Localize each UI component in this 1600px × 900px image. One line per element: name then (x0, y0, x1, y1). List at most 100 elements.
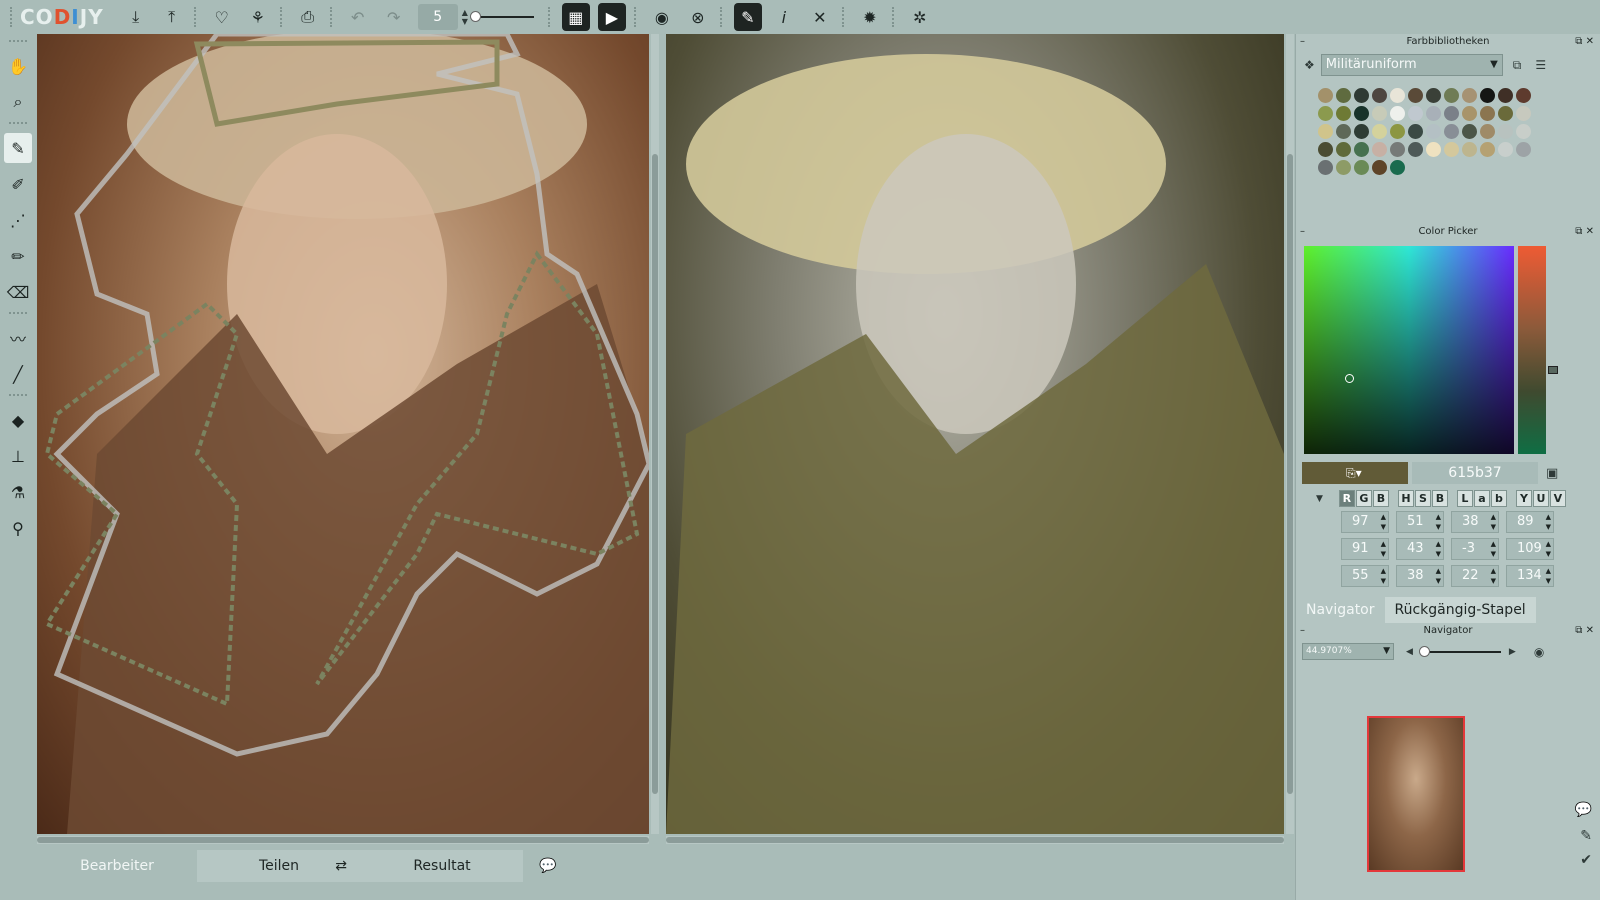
navigator-thumbnail[interactable] (1367, 716, 1465, 872)
eyedropper-tool-icon[interactable]: ⚲ (4, 513, 32, 543)
mode-button[interactable]: Y (1515, 490, 1532, 507)
tab-result[interactable]: Resultat (361, 850, 523, 882)
spin-arrows[interactable]: ▲ ▼ (1546, 539, 1551, 559)
spin-arrows[interactable]: ▲ ▼ (1491, 539, 1496, 559)
toolbar-grip[interactable] (9, 40, 27, 46)
slider-knob[interactable] (1418, 645, 1430, 657)
color-swatch[interactable] (1461, 123, 1477, 139)
color-swatch[interactable] (1389, 105, 1405, 121)
redo-icon[interactable]: ↷ (380, 3, 408, 31)
settings-icon[interactable]: ✹ (856, 3, 884, 31)
value-spinbox[interactable]: 89 ▲ ▼ (1506, 511, 1554, 533)
spin-arrows[interactable]: ▲ ▼ (1381, 512, 1386, 532)
eye-icon[interactable]: ◉ (648, 3, 676, 31)
expand-icon[interactable]: ▼ (1316, 494, 1323, 504)
spin-arrows[interactable]: ▲ ▼ (1436, 539, 1441, 559)
color-swatch[interactable] (1371, 105, 1387, 121)
pencil-icon[interactable]: ✎ (1580, 828, 1592, 844)
color-swatch[interactable] (1443, 105, 1459, 121)
color-swatch[interactable] (1353, 159, 1369, 175)
value-spinbox[interactable]: -3 ▲ ▼ (1451, 538, 1499, 560)
color-swatch[interactable] (1335, 105, 1351, 121)
print-icon[interactable]: ⎙ (294, 3, 322, 31)
eraser-tool-icon[interactable]: ⌫ (4, 277, 32, 307)
value-spinbox[interactable]: 97 ▲ ▼ (1341, 511, 1389, 533)
toolbar-grip[interactable] (10, 7, 16, 27)
color-swatch[interactable] (1389, 141, 1405, 157)
undo-icon[interactable]: ↶ (344, 3, 372, 31)
zoom-slider[interactable] (1418, 645, 1501, 657)
color-swatch[interactable] (1443, 123, 1459, 139)
screen-picker-icon[interactable]: ▣ (1546, 466, 1558, 481)
panel-controls[interactable]: ⧉ ✕ (1575, 34, 1594, 50)
value-spinbox[interactable]: 38 ▲ ▼ (1451, 511, 1499, 533)
check-icon[interactable]: ✔ (1580, 852, 1592, 868)
dotted-line-tool-icon[interactable]: ⋰ (4, 205, 32, 235)
mode-button[interactable]: B (1372, 490, 1389, 507)
hand-tool-icon[interactable]: ✋ (4, 51, 32, 81)
color-swatch[interactable] (1407, 123, 1423, 139)
current-color-swatch[interactable]: ⎘▾ (1302, 462, 1408, 484)
color-swatch[interactable] (1335, 87, 1351, 103)
stamp-icon[interactable]: ⚘ (244, 3, 272, 31)
color-swatch[interactable] (1443, 87, 1459, 103)
result-vertical-scrollbar[interactable] (1286, 34, 1294, 834)
color-swatch[interactable] (1497, 123, 1513, 139)
pencil-tool-icon[interactable]: ✎ (4, 133, 32, 163)
value-spinbox[interactable]: 51 ▲ ▼ (1396, 511, 1444, 533)
hex-input[interactable]: 615b37 (1412, 462, 1538, 484)
editor-horizontal-scrollbar[interactable] (37, 836, 649, 844)
saturation-value-field[interactable] (1304, 246, 1514, 454)
mode-button[interactable]: V (1549, 490, 1566, 507)
tab-undo-stack[interactable]: Rückgängig-Stapel (1384, 597, 1536, 623)
color-swatch[interactable] (1407, 105, 1423, 121)
color-swatch[interactable] (1443, 141, 1459, 157)
color-swatch[interactable] (1497, 87, 1513, 103)
scrollbar-thumb[interactable] (652, 154, 658, 794)
overlay-toggle-icon[interactable]: ▦ (561, 3, 590, 31)
collapse-icon[interactable]: – (1300, 224, 1305, 240)
color-swatch[interactable] (1317, 123, 1333, 139)
brush-size-stepper[interactable]: ▲ ▼ (462, 8, 468, 26)
mode-button[interactable]: b (1490, 490, 1507, 507)
color-swatch[interactable] (1353, 87, 1369, 103)
eye-cross-icon[interactable]: ⊗ (684, 3, 712, 31)
color-swatch[interactable] (1515, 141, 1531, 157)
color-swatch[interactable] (1353, 123, 1369, 139)
export-icon[interactable]: ⤒ (158, 3, 186, 31)
color-swatch[interactable] (1353, 141, 1369, 157)
editor-vertical-scrollbar[interactable] (651, 34, 659, 834)
spin-arrows[interactable]: ▲ ▼ (1491, 566, 1496, 586)
hue-slider[interactable] (1518, 246, 1546, 454)
bug-icon[interactable]: ✲ (906, 3, 934, 31)
collapse-icon[interactable]: – (1300, 34, 1305, 50)
panel-controls[interactable]: ⧉ ✕ (1575, 224, 1594, 240)
open-file-icon[interactable]: ⤓ (122, 3, 150, 31)
color-swatch[interactable] (1479, 141, 1495, 157)
info-icon[interactable]: i (770, 3, 798, 31)
fill-tool-icon[interactable]: ◆ (4, 405, 32, 435)
value-spinbox[interactable]: 134 ▲ ▼ (1506, 565, 1554, 587)
color-swatch[interactable] (1335, 141, 1351, 157)
play-icon[interactable]: ▶ (597, 3, 626, 31)
color-swatch[interactable] (1371, 159, 1387, 175)
brush-size-slider[interactable] (469, 11, 534, 22)
color-swatch[interactable] (1425, 141, 1441, 157)
color-swatch[interactable] (1371, 141, 1387, 157)
picker-cursor[interactable] (1345, 374, 1354, 383)
color-swatch[interactable] (1389, 159, 1405, 175)
color-swatch[interactable] (1497, 141, 1513, 157)
eye-icon[interactable]: ◉ (1534, 645, 1544, 659)
result-horizontal-scrollbar[interactable] (666, 836, 1284, 844)
library-icon[interactable]: ♡ (208, 3, 236, 31)
color-swatch[interactable] (1425, 105, 1441, 121)
zoom-dropdown[interactable]: 44.9707% ▼ (1302, 643, 1394, 660)
color-swatch[interactable] (1317, 105, 1333, 121)
pen-mode-icon[interactable]: ✎ (733, 3, 762, 31)
mode-button[interactable]: S (1414, 490, 1431, 507)
spin-arrows[interactable]: ▲ ▼ (1381, 539, 1386, 559)
mode-button[interactable]: H (1397, 490, 1414, 507)
library-dropdown[interactable]: Militäruniform ▼ (1320, 54, 1503, 76)
tips-icon[interactable]: 💬 (523, 850, 573, 882)
color-swatch[interactable] (1461, 105, 1477, 121)
